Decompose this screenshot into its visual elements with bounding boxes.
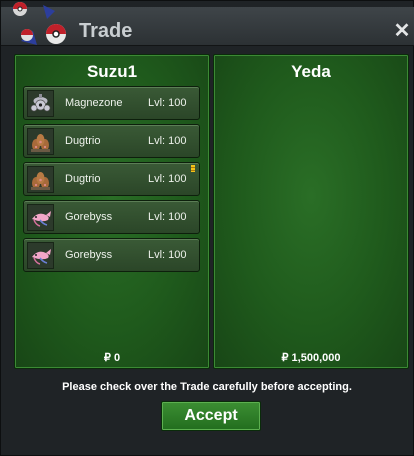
dugtrio-icon bbox=[27, 166, 54, 193]
pokemon-level: Lvl: 100 bbox=[148, 97, 187, 109]
pokemon-name: Dugtrio bbox=[65, 173, 101, 185]
pokemon-slot[interactable]: Gorebyss Lvl: 100 bbox=[23, 200, 200, 234]
pokemon-slot[interactable]: Dugtrio Lvl: 100 bbox=[23, 124, 200, 158]
gorebyss-icon bbox=[27, 242, 54, 269]
held-item-badge-icon bbox=[191, 165, 195, 172]
right-money-offer: ₽ 1,500,000 bbox=[281, 352, 341, 364]
pokemon-level: Lvl: 100 bbox=[148, 173, 187, 185]
pokemon-slot[interactable]: Dugtrio Lvl: 100 bbox=[23, 162, 200, 196]
gorebyss-icon bbox=[27, 204, 54, 231]
pokemon-name: Gorebyss bbox=[65, 211, 113, 223]
magnezone-icon bbox=[27, 90, 54, 117]
left-money-offer: ₽ 0 bbox=[103, 352, 121, 364]
right-player-name: Yeda bbox=[291, 62, 331, 81]
pokemon-name: Magnezone bbox=[65, 97, 123, 109]
right-trade-panel: Yeda ₽ 1,500,000 bbox=[213, 54, 409, 369]
left-trade-panel: Suzu1 Magnezone Lvl: 100 Dugtrio Lvl: 10… bbox=[14, 54, 210, 369]
left-pokemon-list: Magnezone Lvl: 100 Dugtrio Lvl: 100 Dugt… bbox=[23, 86, 202, 276]
left-player-name: Suzu1 bbox=[86, 62, 138, 81]
trade-window: Trade ✕ Suzu1 Magnezone Lvl: 100 Dugtrio… bbox=[0, 0, 414, 456]
trade-notice: Please check over the Trade carefully be… bbox=[62, 381, 352, 393]
pokemon-slot[interactable]: Gorebyss Lvl: 100 bbox=[23, 238, 200, 272]
pokemon-level: Lvl: 100 bbox=[148, 211, 187, 223]
pokemon-slot[interactable]: Magnezone Lvl: 100 bbox=[23, 86, 200, 120]
pokemon-name: Gorebyss bbox=[65, 249, 113, 261]
close-button[interactable]: ✕ bbox=[392, 21, 412, 41]
dugtrio-icon bbox=[27, 128, 54, 155]
pokemon-name: Dugtrio bbox=[65, 135, 101, 147]
window-title: Trade bbox=[79, 20, 133, 42]
pokemon-level: Lvl: 100 bbox=[148, 135, 187, 147]
pokeball-logo-icon bbox=[11, 2, 66, 45]
accept-button[interactable]: Accept bbox=[161, 401, 261, 431]
pokemon-level: Lvl: 100 bbox=[148, 249, 187, 261]
